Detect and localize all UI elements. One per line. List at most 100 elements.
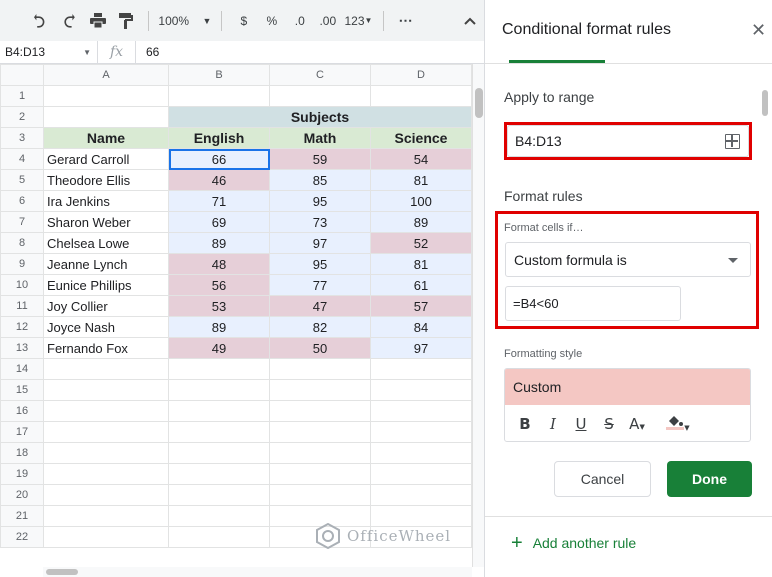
increase-decimal-button[interactable]: .00	[314, 8, 342, 34]
formula-input[interactable]: =B4<60	[505, 286, 681, 321]
row-header[interactable]: 1	[0, 85, 44, 107]
condition-select[interactable]: Custom formula is	[505, 242, 751, 277]
cell[interactable]	[370, 379, 472, 401]
row-header[interactable]: 4	[0, 148, 44, 170]
row-header[interactable]: 9	[0, 253, 44, 275]
name-cell[interactable]: Sharon Weber	[43, 211, 169, 233]
cell[interactable]	[370, 421, 472, 443]
name-cell[interactable]: Fernando Fox	[43, 337, 169, 359]
cell[interactable]	[269, 484, 371, 506]
cell[interactable]	[43, 358, 169, 380]
cell[interactable]	[269, 400, 371, 422]
row-header[interactable]: 16	[0, 400, 44, 422]
cell[interactable]	[43, 400, 169, 422]
bold-icon[interactable]: B	[511, 415, 539, 433]
more-icon[interactable]: ⋯	[392, 8, 420, 34]
row-header[interactable]: 8	[0, 232, 44, 254]
row-header[interactable]: 6	[0, 190, 44, 212]
print-icon[interactable]	[84, 8, 112, 34]
math-cell[interactable]: 95	[269, 190, 371, 212]
cell[interactable]	[370, 463, 472, 485]
strikethrough-icon[interactable]: S	[595, 415, 623, 433]
row-header[interactable]: 21	[0, 505, 44, 527]
header-english[interactable]: English	[168, 127, 270, 149]
collapse-toolbar-icon[interactable]	[456, 8, 484, 34]
cell[interactable]	[168, 505, 270, 527]
row-header[interactable]: 15	[0, 379, 44, 401]
name-cell[interactable]: Eunice Phillips	[43, 274, 169, 296]
math-cell[interactable]: 73	[269, 211, 371, 233]
add-another-rule-button[interactable]: + Add another rule	[511, 533, 636, 553]
row-header[interactable]: 22	[0, 526, 44, 548]
formula-input[interactable]: 66	[136, 45, 159, 59]
cell[interactable]	[43, 442, 169, 464]
cell[interactable]	[269, 358, 371, 380]
cell[interactable]	[43, 85, 169, 107]
cell[interactable]	[43, 379, 169, 401]
cell[interactable]	[168, 484, 270, 506]
cell[interactable]	[168, 526, 270, 548]
cell[interactable]	[43, 505, 169, 527]
row-header[interactable]: 10	[0, 274, 44, 296]
row-header[interactable]: 12	[0, 316, 44, 338]
cell[interactable]	[269, 85, 371, 107]
cell[interactable]	[43, 526, 169, 548]
decrease-decimal-button[interactable]: .0	[286, 8, 314, 34]
english-cell[interactable]: 56	[168, 274, 270, 296]
select-all-corner[interactable]	[0, 64, 44, 86]
name-cell[interactable]: Joyce Nash	[43, 316, 169, 338]
vertical-scroll-thumb[interactable]	[475, 88, 483, 118]
row-header[interactable]: 13	[0, 337, 44, 359]
science-cell[interactable]: 97	[370, 337, 472, 359]
cell[interactable]	[168, 358, 270, 380]
science-cell[interactable]: 84	[370, 316, 472, 338]
column-header[interactable]: B	[168, 64, 270, 86]
cell[interactable]	[43, 463, 169, 485]
math-cell[interactable]: 59	[269, 148, 371, 170]
math-cell[interactable]: 97	[269, 232, 371, 254]
horizontal-scrollbar[interactable]	[43, 567, 472, 577]
italic-icon[interactable]: I	[539, 415, 567, 433]
cell[interactable]	[168, 379, 270, 401]
subjects-header[interactable]: Subjects	[168, 106, 472, 128]
english-cell[interactable]: 89	[168, 316, 270, 338]
name-cell[interactable]: Joy Collier	[43, 295, 169, 317]
cell[interactable]	[269, 463, 371, 485]
cell[interactable]	[370, 85, 472, 107]
underline-icon[interactable]: U	[567, 415, 595, 433]
row-header[interactable]: 18	[0, 442, 44, 464]
english-cell[interactable]: 53	[168, 295, 270, 317]
row-header[interactable]: 17	[0, 421, 44, 443]
science-cell[interactable]: 81	[370, 253, 472, 275]
redo-icon[interactable]	[56, 8, 84, 34]
panel-scroll-thumb[interactable]	[762, 90, 768, 116]
column-header[interactable]: A	[43, 64, 169, 86]
number-format-button[interactable]: 123 ▼	[342, 8, 375, 34]
name-cell[interactable]: Chelsea Lowe	[43, 232, 169, 254]
currency-button[interactable]: $	[230, 8, 258, 34]
math-cell[interactable]: 77	[269, 274, 371, 296]
english-cell[interactable]: 69	[168, 211, 270, 233]
style-preview[interactable]: Custom	[505, 369, 750, 405]
column-header[interactable]: C	[269, 64, 371, 86]
header-math[interactable]: Math	[269, 127, 371, 149]
math-cell[interactable]: 85	[269, 169, 371, 191]
science-cell[interactable]: 61	[370, 274, 472, 296]
math-cell[interactable]: 82	[269, 316, 371, 338]
row-header[interactable]: 14	[0, 358, 44, 380]
header-science[interactable]: Science	[370, 127, 472, 149]
science-cell[interactable]: 52	[370, 232, 472, 254]
row-header[interactable]: 20	[0, 484, 44, 506]
science-cell[interactable]: 81	[370, 169, 472, 191]
science-cell[interactable]: 100	[370, 190, 472, 212]
science-cell[interactable]: 89	[370, 211, 472, 233]
english-cell[interactable]: 89	[168, 232, 270, 254]
vertical-scrollbar[interactable]	[472, 64, 484, 567]
cell[interactable]	[370, 400, 472, 422]
name-cell[interactable]: Gerard Carroll	[43, 148, 169, 170]
english-cell[interactable]: 49	[168, 337, 270, 359]
fill-color-icon[interactable]: ▼	[661, 414, 695, 434]
zoom-select[interactable]: 100% ▼	[157, 8, 213, 34]
cell[interactable]	[43, 106, 169, 128]
name-cell[interactable]: Theodore Ellis	[43, 169, 169, 191]
